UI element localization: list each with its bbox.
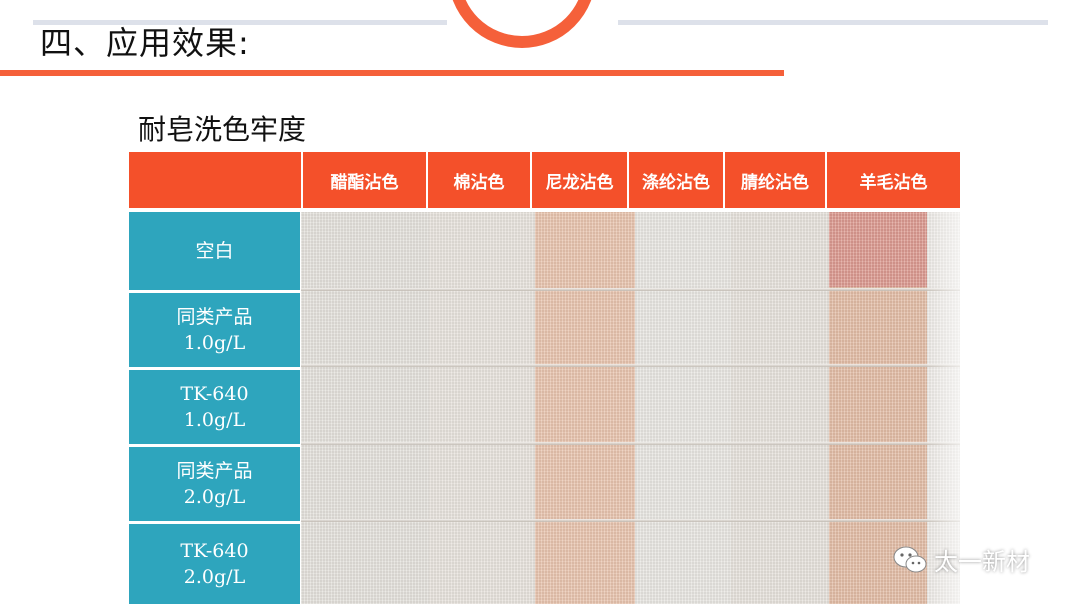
watermark-text: 太一新材 <box>934 548 1030 576</box>
column-header: 棉沾色 <box>426 152 530 208</box>
fabric-seam <box>301 442 960 445</box>
fabric-texture <box>301 212 960 604</box>
row-label-line2: 2.0g/L <box>183 486 246 508</box>
row-label-line1: 同类产品 <box>176 306 253 328</box>
row-label-line1: TK-640 <box>180 540 249 562</box>
row-label-blank: 空白 <box>129 212 300 290</box>
column-header: 涤纶沾色 <box>627 152 723 208</box>
column-header: 羊毛沾色 <box>825 152 960 208</box>
row-label-line1: 空白 <box>195 240 234 262</box>
row-label-line2: 1.0g/L <box>183 332 246 354</box>
fabric-seam <box>301 288 960 291</box>
fabric-seam <box>301 519 960 522</box>
fabric-sample-photo <box>301 212 960 604</box>
section-subtitle: 耐皂洗色牢度 <box>138 113 307 146</box>
slide-title: 四、应用效果: <box>40 24 250 62</box>
watermark: 太一新材 <box>892 542 1030 577</box>
wechat-icon <box>893 546 927 572</box>
table-header-row: 醋酯沾色 棉沾色 尼龙沾色 涤纶沾色 腈纶沾色 羊毛沾色 <box>129 152 960 208</box>
row-label-tk640-1: TK-640 1.0g/L <box>129 370 300 444</box>
header-corner-cell <box>129 152 301 208</box>
fabric-seam <box>301 364 960 367</box>
column-header: 腈纶沾色 <box>723 152 825 208</box>
row-label-line1: 同类产品 <box>176 460 253 482</box>
top-decor-line-right <box>618 20 1048 25</box>
row-label-competitor-2: 同类产品 2.0g/L <box>129 447 300 521</box>
title-underline <box>0 70 784 76</box>
column-header: 醋酯沾色 <box>301 152 426 208</box>
column-header: 尼龙沾色 <box>530 152 627 208</box>
row-label-competitor-1: 同类产品 1.0g/L <box>129 293 300 367</box>
row-label-line2: 1.0g/L <box>183 409 246 431</box>
decor-circle <box>448 0 596 48</box>
row-label-tk640-2: TK-640 2.0g/L <box>129 524 300 604</box>
row-label-line1: TK-640 <box>180 383 249 405</box>
row-label-line2: 2.0g/L <box>183 566 246 588</box>
